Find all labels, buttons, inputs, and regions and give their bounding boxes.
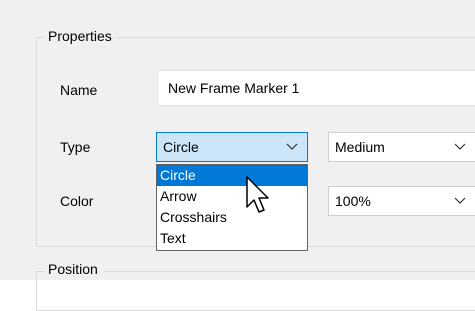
color-label: Color [60,193,94,209]
name-label: Name [60,82,98,98]
type-option-arrow[interactable]: Arrow [157,186,307,207]
type-dropdown-list: Circle Arrow Crosshairs Text [156,164,308,251]
type-select[interactable]: Circle [156,132,308,162]
type-select-value: Circle [163,139,199,155]
type-option-circle[interactable]: Circle [157,165,307,186]
properties-panel: Properties Name New Frame Marker 1 Type … [0,0,475,311]
size-select-value: Medium [335,139,385,155]
opacity-select-value: 100% [335,193,371,209]
chevron-down-icon[interactable] [285,133,299,161]
type-option-text[interactable]: Text [157,228,307,249]
type-option-crosshairs[interactable]: Crosshairs [157,207,307,228]
chevron-down-icon[interactable] [453,133,467,161]
position-group-title: Position [44,260,104,278]
name-field[interactable]: New Frame Marker 1 [157,70,475,106]
size-select[interactable]: Medium [328,132,475,162]
opacity-select[interactable]: 100% [328,186,475,216]
chevron-down-icon[interactable] [453,187,467,215]
properties-group-title: Properties [44,27,118,45]
type-label: Type [60,139,91,155]
mouse-pointer-icon [246,176,269,213]
